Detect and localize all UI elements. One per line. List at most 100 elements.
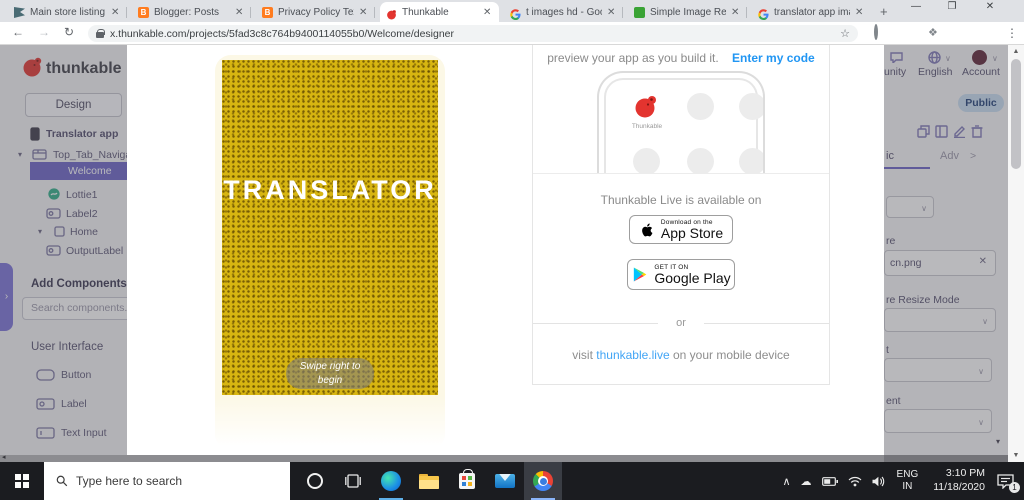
tab-basic[interactable]: ic	[886, 150, 894, 162]
placeholder-app-icon	[633, 148, 660, 173]
close-icon[interactable]: ✕	[235, 7, 245, 18]
url-text: x.thunkable.com/projects/5fad3c8c764b940…	[110, 27, 455, 40]
thunkable-live-card: preview your app as you build it. Enter …	[532, 45, 830, 385]
tree-item-outputlabel[interactable]: OutputLabel	[0, 242, 127, 260]
taskbar-search-input[interactable]: Type here to search	[44, 462, 290, 500]
tab-images-search[interactable]: t images hd - Goo ✕	[504, 3, 623, 22]
tab-privacy-policy[interactable]: B Privacy Policy Tex ✕	[256, 3, 375, 22]
forward-icon[interactable]: →	[38, 25, 50, 39]
close-window-button[interactable]: ✕	[976, 1, 1004, 12]
sidebar-flyout-toggle[interactable]: ›	[0, 263, 13, 331]
dropdown-partial[interactable]: ∨	[886, 196, 934, 218]
chevron-down-icon[interactable]: ▾	[38, 227, 42, 236]
chevron-down-icon: ∨	[982, 317, 988, 326]
task-view-button[interactable]	[334, 462, 372, 500]
vertical-scrollbar[interactable]: ▲ ▼	[1008, 45, 1024, 462]
placeholder-app-icon	[687, 148, 714, 173]
tab-design[interactable]: Design	[25, 93, 122, 117]
tab-advanced[interactable]: Adv	[940, 150, 959, 162]
chrome-taskbar-button[interactable]	[524, 462, 562, 500]
browser-menu-icon[interactable]: ⋮	[1006, 26, 1018, 40]
minimize-button[interactable]: —	[902, 1, 930, 12]
wifi-icon[interactable]	[848, 476, 862, 487]
google-play-badge[interactable]: GET IT ON Google Play	[627, 259, 735, 290]
thunkable-live-link[interactable]: thunkable.live	[596, 348, 669, 362]
tree-item-label2[interactable]: Label2	[0, 205, 127, 223]
tree-item-translator-app[interactable]: Translator app	[0, 125, 127, 143]
address-bar[interactable]: x.thunkable.com/projects/5fad3c8c764b940…	[88, 25, 858, 42]
component-button[interactable]: Button	[0, 367, 127, 383]
tree-item-home[interactable]: ▾ Home	[0, 223, 127, 241]
tab-translator-app-images[interactable]: translator app ima ✕	[752, 3, 871, 22]
close-icon[interactable]: ✕	[111, 7, 121, 18]
resize-mode-dropdown[interactable]: ∨	[884, 308, 996, 332]
layout-icon[interactable]	[935, 125, 948, 138]
visibility-badge[interactable]: Public	[958, 94, 1004, 112]
close-icon[interactable]: ✕	[731, 7, 741, 18]
taskbar-clock[interactable]: 3:10 PM 11/18/2020	[933, 467, 985, 494]
language-indicator[interactable]: ENG IN	[897, 469, 919, 494]
cortana-button[interactable]	[296, 462, 334, 500]
scroll-left-icon[interactable]: ◂	[2, 453, 6, 461]
scroll-up-icon[interactable]: ▲	[1008, 48, 1024, 55]
keyboard-region: IN	[902, 481, 913, 492]
tab-arrow[interactable]: >	[970, 150, 976, 162]
maximize-button[interactable]: ❐	[938, 1, 966, 12]
picture-file-field[interactable]: cn.png ✕	[884, 250, 996, 276]
translator-splash-image[interactable]: TRANSLATOR Swipe right to begin	[222, 60, 438, 395]
bookmark-star-icon[interactable]: ☆	[840, 27, 850, 40]
close-icon[interactable]: ✕	[855, 7, 865, 18]
refresh-icon[interactable]: ↻	[64, 25, 74, 39]
edge-taskbar-button[interactable]	[372, 462, 410, 500]
component-text-input[interactable]: Text Input	[0, 425, 127, 441]
system-tray: ∧ ☁ ENG IN 3:10 PM 11/18/2020 1	[777, 462, 1024, 500]
nav-language[interactable]: English	[918, 66, 952, 78]
divider	[533, 173, 829, 174]
volume-icon[interactable]	[872, 476, 885, 487]
search-components-input[interactable]: Search components...	[22, 297, 127, 320]
chevron-down-icon: ∨	[978, 418, 984, 427]
clock-date: 11/18/2020	[933, 481, 985, 493]
tab-blogger-posts[interactable]: B Blogger: Posts ✕	[132, 3, 251, 22]
property-dropdown-1[interactable]: ∨	[884, 358, 992, 382]
edit-pencil-icon[interactable]	[953, 125, 966, 138]
property-dropdown-2[interactable]: ∨	[884, 409, 992, 433]
nav-account[interactable]: Account	[962, 66, 1000, 78]
new-tab-button[interactable]: +	[880, 4, 888, 19]
scrollbar-thumb[interactable]	[1011, 59, 1021, 169]
extension-circle-icon[interactable]	[874, 24, 878, 40]
flag-icon	[14, 7, 25, 18]
start-button[interactable]	[0, 462, 44, 500]
scroll-down-hint-icon[interactable]: ▾	[996, 437, 1000, 446]
horizontal-scrollbar[interactable]: ◂	[0, 453, 1008, 462]
close-icon[interactable]: ✕	[607, 7, 617, 18]
microsoft-store-button[interactable]	[448, 462, 486, 500]
duplicate-icon[interactable]	[917, 125, 930, 138]
close-icon[interactable]: ✕	[359, 7, 369, 18]
mail-button[interactable]	[486, 462, 524, 500]
chevron-down-icon[interactable]: ▾	[18, 150, 22, 159]
app-store-badge[interactable]: Download on the App Store	[629, 215, 733, 244]
scroll-down-icon[interactable]: ▼	[1008, 452, 1024, 459]
tab-thunkable[interactable]: Thunkable ✕	[380, 2, 499, 22]
file-explorer-button[interactable]	[410, 462, 448, 500]
onedrive-cloud-icon[interactable]: ☁	[801, 475, 812, 488]
google-icon	[510, 7, 521, 20]
tree-item-lottie1[interactable]: Lottie1	[0, 186, 127, 204]
trash-icon[interactable]	[971, 125, 983, 138]
tab-main-store-listing[interactable]: Main store listing ✕	[8, 3, 127, 22]
back-icon[interactable]: ←	[12, 25, 24, 39]
enter-my-code-link[interactable]: Enter my code	[732, 51, 815, 65]
close-icon[interactable]: ✕	[483, 7, 493, 18]
tree-item-welcome[interactable]: Welcome	[30, 162, 127, 180]
or-divider: or	[533, 317, 829, 329]
component-label[interactable]: Label	[0, 396, 127, 412]
clear-file-icon[interactable]: ✕	[979, 256, 987, 267]
action-center-button[interactable]: 1	[997, 473, 1020, 493]
nav-community[interactable]: unity	[884, 66, 906, 78]
extensions-puzzle-icon[interactable]: ❖	[928, 26, 938, 39]
battery-icon[interactable]	[821, 476, 838, 486]
tab-simple-image-resizer[interactable]: Simple Image Res ✕	[628, 3, 747, 22]
tray-expand-icon[interactable]: ∧	[782, 475, 790, 488]
tree-item-label: Home	[70, 226, 99, 238]
